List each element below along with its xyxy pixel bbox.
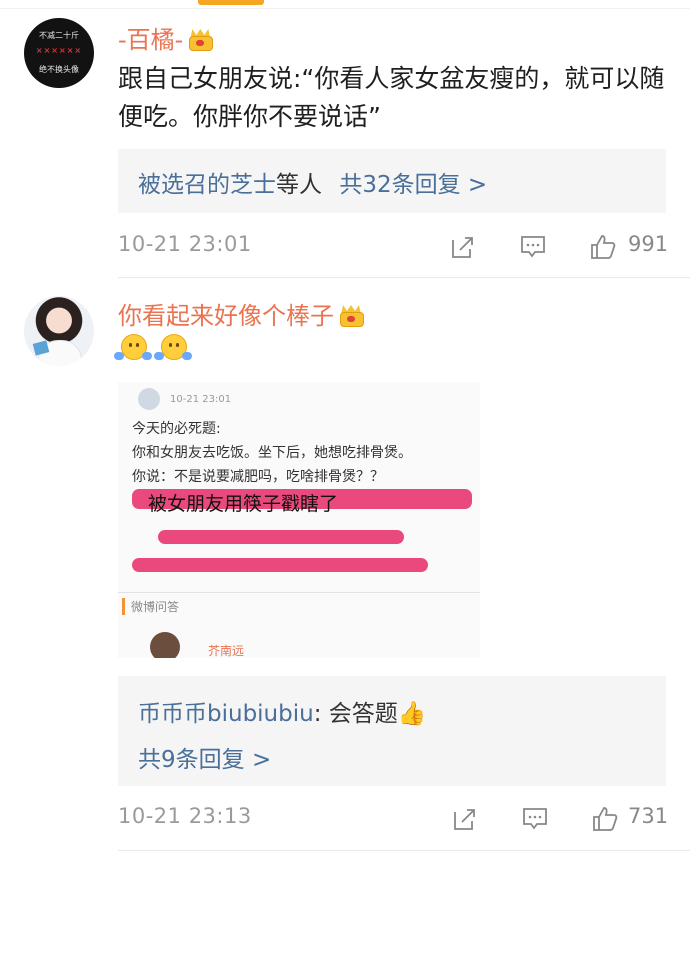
top-divider <box>0 8 690 9</box>
image-time: 10-21 23:01 <box>170 394 232 405</box>
mini-avatar-icon <box>138 388 160 410</box>
image-username: 芥南远 <box>208 644 245 658</box>
image-text-line: 今天的必死题: <box>132 421 221 437</box>
reply-count-link[interactable]: 共9条回复 > <box>138 747 271 773</box>
reply-author-link[interactable]: 币币币biubiubiu <box>138 701 314 727</box>
image-overlay-text: 被女朋友用筷子戳瞎了 <box>148 493 339 515</box>
comment-emojis <box>114 334 666 375</box>
image-text-line: 你说：不是说要减肥吗，吃啥排骨煲？？ <box>132 469 384 485</box>
like-count: 991 <box>628 232 669 256</box>
username[interactable]: 你看起来好像个棒子 <box>118 296 364 331</box>
comment-divider <box>118 277 690 278</box>
avatar-text-line: 不减二十斤 <box>39 31 79 40</box>
image-divider <box>118 592 480 593</box>
reply-author-link[interactable]: 被选召的芝士 <box>138 172 276 198</box>
image-section-label: 微博问答 <box>122 598 179 615</box>
avatar[interactable]: 不减二十斤 ×××××× 绝不换头像 <box>24 18 94 88</box>
share-icon[interactable] <box>452 806 478 832</box>
comment-time: 10-21 23:01 <box>118 232 252 256</box>
shrug-emoji-icon <box>154 334 192 364</box>
image-avatar <box>150 632 180 658</box>
shrug-emoji-icon <box>114 334 152 364</box>
comment-meta: 10-21 23:13 731 <box>118 804 669 834</box>
scribble-mark <box>132 558 428 572</box>
reply-preview-box[interactable]: 币币币biubiubiu: 会答题👍 共9条回复 > <box>118 676 666 786</box>
share-icon[interactable] <box>450 234 476 260</box>
username-text[interactable]: -百橘- <box>118 26 183 54</box>
crown-icon <box>338 304 364 327</box>
comment-icon[interactable] <box>520 234 546 260</box>
like-count: 731 <box>628 804 669 828</box>
image-text-line: 你和女朋友去吃饭。坐下后，她想吃排骨煲。 <box>132 445 412 461</box>
thumbs-up-icon[interactable] <box>592 806 618 832</box>
reply-text: : 会答题👍 <box>313 701 427 727</box>
comment-time: 10-21 23:13 <box>118 804 252 828</box>
reply-summary-box[interactable]: 被选召的芝士等人 共32条回复 > <box>118 149 666 213</box>
comment-meta: 10-21 23:01 991 <box>118 232 669 262</box>
scribble-mark <box>158 530 404 544</box>
attached-image[interactable]: 10-21 23:01 今天的必死题: 你和女朋友去吃饭。坐下后，她想吃排骨煲。… <box>118 382 480 658</box>
avatar[interactable] <box>24 296 94 366</box>
username-text[interactable]: 你看起来好像个棒子 <box>118 302 334 330</box>
top-tab-indicator <box>198 0 264 5</box>
reply-suffix: 等人 <box>276 172 322 198</box>
avatar-text-line: 绝不换头像 <box>39 65 79 74</box>
comment-icon[interactable] <box>522 806 548 832</box>
thumbs-up-icon[interactable] <box>590 234 616 260</box>
avatar-text-line: ×××××× <box>35 46 83 55</box>
comment-text: 跟自己女朋友说:“你看人家女盆友瘦的，就可以随便吃。你胖你不要说话” <box>118 64 665 131</box>
username[interactable]: -百橘- <box>118 20 214 55</box>
reply-count-link[interactable]: 共32条回复 > <box>339 172 487 198</box>
crown-icon <box>187 28 214 51</box>
comment-divider <box>118 850 690 851</box>
